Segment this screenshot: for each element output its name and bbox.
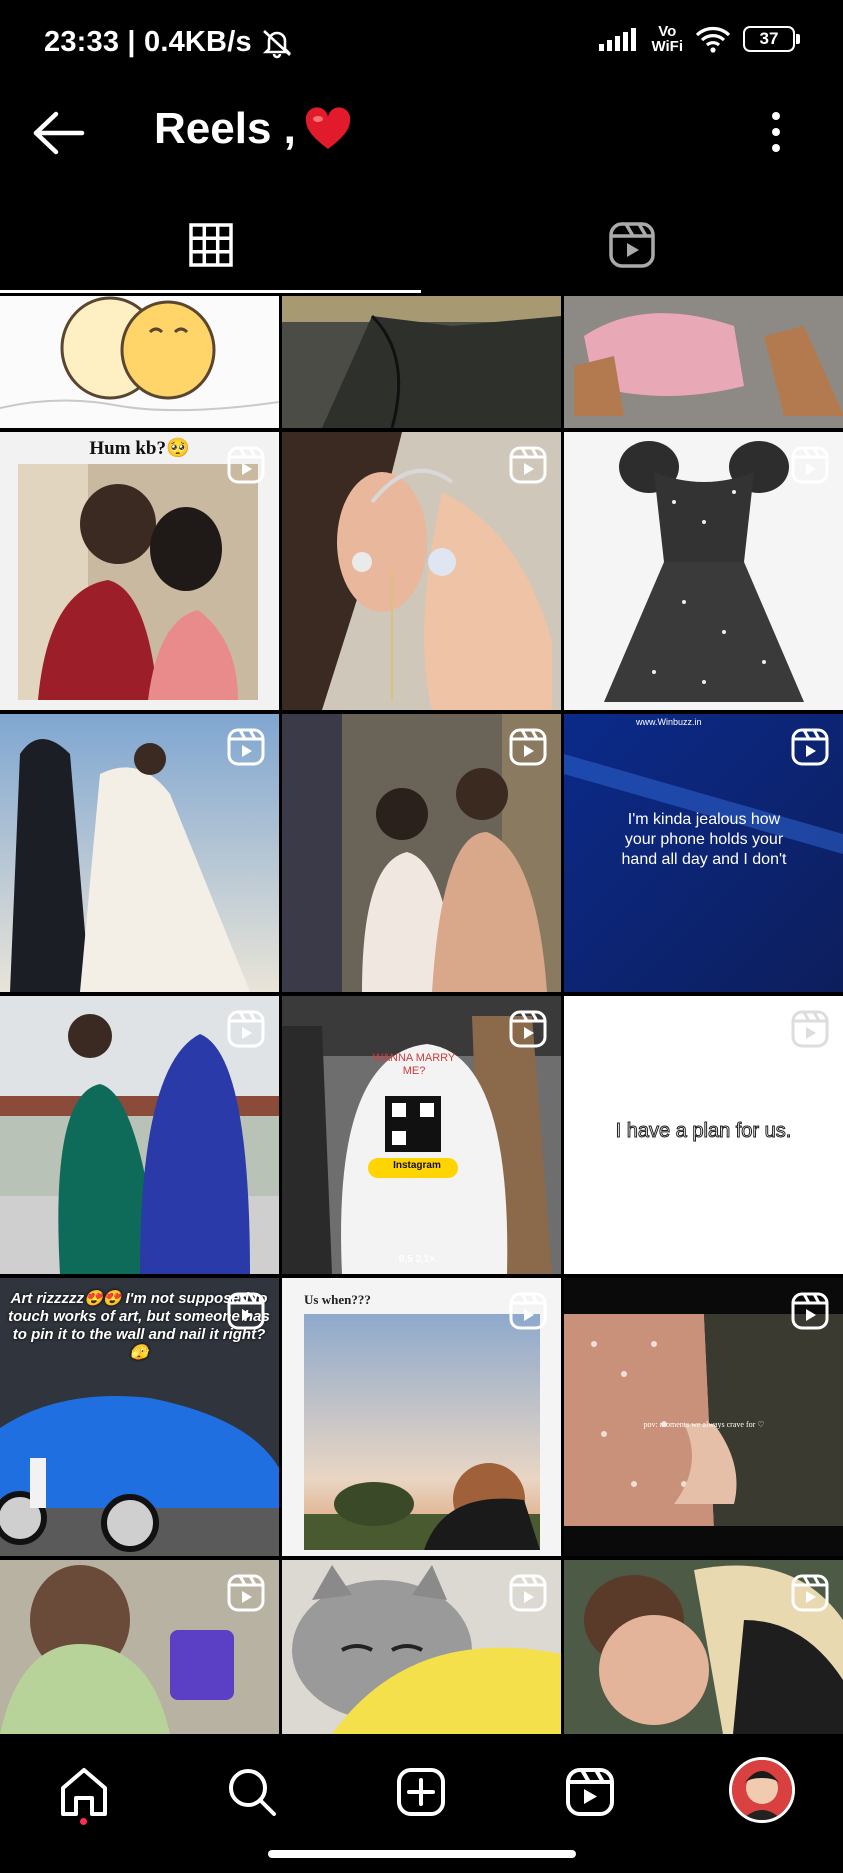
battery-indicator: 37 <box>743 26 800 52</box>
tile-caption: pov: moments we always crave for ♡ <box>643 1420 765 1429</box>
status-bar: 23:33 | 0.4KB/s Vo WiFi 37 <box>0 0 843 90</box>
wifi-icon <box>695 27 731 53</box>
hoodie-text: WANNA MARRY ME? <box>372 1052 456 1077</box>
reel-badge-icon <box>791 1010 829 1048</box>
reel-tile[interactable] <box>282 296 561 428</box>
reel-badge-icon <box>227 728 265 766</box>
grid-icon <box>188 223 233 267</box>
reel-badge-icon <box>509 728 547 766</box>
reels-grid: Hum kb?🥺 www.Winbuzz.in I'm kinda jealou… <box>0 296 843 1734</box>
title-text: Reels , <box>154 104 296 153</box>
nav-search[interactable] <box>222 1762 282 1822</box>
reel-badge-icon <box>227 446 265 484</box>
avatar-image <box>732 1760 792 1820</box>
reel-badge-icon <box>791 728 829 766</box>
cartoon-hug-image <box>0 296 279 428</box>
reel-tile[interactable] <box>0 996 279 1274</box>
reel-badge-icon <box>227 1292 265 1330</box>
instagram-sticker-text: Instagram <box>393 1160 441 1171</box>
reel-tile[interactable] <box>564 1560 843 1734</box>
more-options-icon[interactable] <box>764 110 788 154</box>
add-post-icon <box>397 1768 445 1816</box>
reels-icon <box>566 1768 614 1816</box>
reel-tile[interactable] <box>0 714 279 992</box>
vowifi-top: Vo <box>658 23 677 40</box>
reel-tile[interactable] <box>564 296 843 428</box>
zoom-indicator-text: 0,5 2,1× <box>398 1254 436 1265</box>
tile-caption: I have a plan for us. <box>615 1120 792 1143</box>
tab-grid[interactable] <box>0 205 421 285</box>
tile-caption: I'm kinda jealous how your phone holds y… <box>621 811 787 868</box>
reel-tile[interactable]: WANNA MARRY ME? Instagram 0,5 2,1× <box>282 996 561 1274</box>
system-home-indicator[interactable] <box>268 1850 576 1858</box>
reel-badge-icon <box>227 1010 265 1048</box>
reel-tile[interactable] <box>282 432 561 710</box>
reel-badge-icon <box>791 1292 829 1330</box>
reel-tile[interactable] <box>282 1560 561 1734</box>
anime-scene-image <box>282 296 561 428</box>
reel-tile[interactable] <box>282 714 561 992</box>
home-active-dot <box>80 1818 87 1825</box>
watermark-text: www.Winbuzz.in <box>636 717 702 727</box>
reel-badge-icon <box>509 1292 547 1330</box>
reel-badge-icon <box>509 446 547 484</box>
reel-badge-icon <box>509 1574 547 1612</box>
sunset-couple-image <box>304 1314 540 1550</box>
reel-badge-icon <box>509 1010 547 1048</box>
reels-tab-icon <box>608 222 655 268</box>
nav-reels[interactable] <box>560 1762 620 1822</box>
reel-tile[interactable] <box>0 1560 279 1734</box>
boots-photo-image <box>564 296 843 428</box>
tab-reels[interactable] <box>421 205 842 285</box>
signal-icon <box>599 28 637 51</box>
vowifi-bottom: WiFi <box>651 38 683 55</box>
status-icons: Vo WiFi 37 <box>599 24 800 54</box>
back-arrow-icon[interactable] <box>32 110 86 156</box>
home-icon <box>61 1768 107 1816</box>
reel-tile[interactable]: pov: moments we always crave for ♡ <box>564 1278 843 1556</box>
reel-tile[interactable]: I have a plan for us. <box>564 996 843 1274</box>
page-title: Reels , <box>154 104 352 154</box>
mute-bell-icon <box>262 29 291 58</box>
reel-tile[interactable] <box>564 432 843 710</box>
reel-tile[interactable] <box>0 296 279 428</box>
profile-avatar[interactable] <box>729 1757 795 1823</box>
reel-badge-icon <box>791 446 829 484</box>
nav-create[interactable] <box>391 1762 451 1822</box>
status-time: 23:33 | 0.4KB/s <box>44 26 294 59</box>
search-icon <box>229 1769 276 1816</box>
reel-badge-icon <box>791 1574 829 1612</box>
tile-caption: Us when??? <box>304 1292 371 1307</box>
reel-tile[interactable]: Us when??? <box>282 1278 561 1556</box>
time-speed-text: 23:33 | 0.4KB/s <box>44 26 252 58</box>
reel-tile[interactable]: Art rizzzzz😍😍 I'm not supposed to touch … <box>0 1278 279 1556</box>
reel-tile[interactable]: Hum kb?🥺 <box>0 432 279 710</box>
reel-tile[interactable]: www.Winbuzz.in I'm kinda jealous how you… <box>564 714 843 992</box>
heart-icon <box>305 107 350 149</box>
vowifi-indicator: Vo WiFi <box>651 24 683 54</box>
couple-kiss-image <box>18 464 258 700</box>
nav-home[interactable] <box>54 1762 114 1822</box>
reel-badge-icon <box>227 1574 265 1612</box>
tab-active-indicator <box>0 290 421 293</box>
